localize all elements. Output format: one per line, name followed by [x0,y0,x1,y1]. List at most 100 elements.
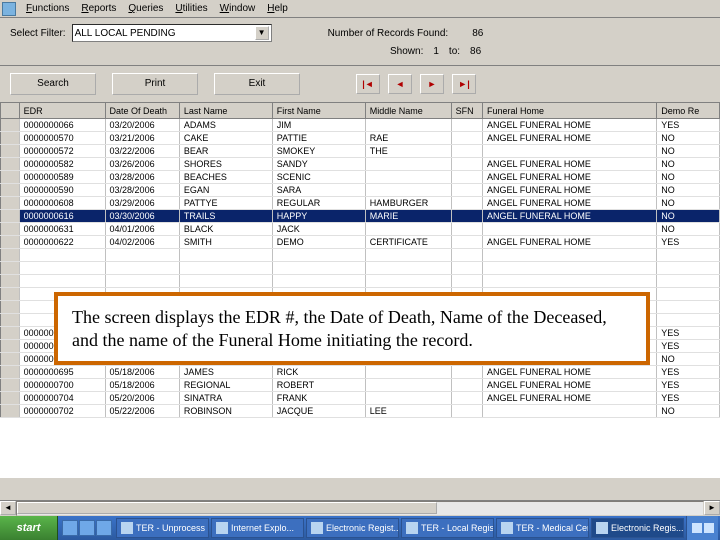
horizontal-scrollbar[interactable]: ◄ ► [0,500,720,516]
quicklaunch-icon[interactable] [62,520,78,536]
table-row[interactable]: 000000070205/22/2006ROBINSONJACQUELEENO [1,405,720,418]
table-row[interactable]: 000000069505/18/2006JAMESRICKANGEL FUNER… [1,366,720,379]
scroll-left-icon[interactable]: ◄ [0,501,16,515]
row-selector[interactable] [1,249,20,262]
filter-dropdown[interactable]: ALL LOCAL PENDING ▼ [72,24,272,42]
scroll-thumb[interactable] [17,502,437,514]
row-selector[interactable] [1,392,20,405]
row-selector[interactable] [1,119,20,132]
task-label: Internet Explo... [231,523,294,533]
cell-fh: ANGEL FUNERAL HOME [483,158,657,171]
taskbar-task[interactable]: Internet Explo... [211,518,304,538]
nav-first-button[interactable]: |◄ [356,74,380,94]
column-header[interactable]: Funeral Home [483,103,657,119]
table-row[interactable]: 000000070005/18/2006REGIONALROBERTANGEL … [1,379,720,392]
cell-first: DEMO [272,236,365,249]
search-button[interactable]: Search [10,73,96,95]
cell-first: JACK [272,223,365,236]
column-header[interactable]: Demo Re [657,103,720,119]
column-header[interactable]: Middle Name [365,103,451,119]
nav-next-button[interactable]: ► [420,74,444,94]
menu-utilities[interactable]: Utilities [169,2,213,15]
start-button[interactable]: start [0,516,58,540]
cell-first: FRANK [272,392,365,405]
taskbar-task[interactable]: TER - Medical Cert... [496,518,589,538]
chevron-down-icon[interactable]: ▼ [255,26,269,40]
table-row[interactable]: 000000060803/29/2006PATTYEREGULARHAMBURG… [1,197,720,210]
task-app-icon [406,522,418,534]
column-header[interactable]: Last Name [179,103,272,119]
cell-demo: YES [657,379,720,392]
taskbar-task[interactable]: Electronic Regis... [591,518,684,538]
table-row[interactable]: 000000057203/22/2006BEARSMOKEYTHENO [1,145,720,158]
table-row[interactable] [1,275,720,288]
row-selector[interactable] [1,184,20,197]
row-selector[interactable] [1,405,20,418]
table-row[interactable]: 000000058903/28/2006BEACHESSCENICANGEL F… [1,171,720,184]
table-row[interactable]: 000000062204/02/2006SMITHDEMOCERTIFICATE… [1,236,720,249]
menu-help[interactable]: Help [261,2,294,15]
taskbar-task[interactable]: TER - Local Registrar [401,518,494,538]
row-selector[interactable] [1,340,20,353]
table-row[interactable]: 000000058203/26/2006SHORESSANDYANGEL FUN… [1,158,720,171]
print-button[interactable]: Print [112,73,198,95]
menu-window[interactable]: Window [214,2,262,15]
cell-fh: ANGEL FUNERAL HOME [483,132,657,145]
cell-first: HAPPY [272,210,365,223]
nav-prev-button[interactable]: ◄ [388,74,412,94]
table-row[interactable]: 000000057003/21/2006CAKEPATTIERAEANGEL F… [1,132,720,145]
cell-sfn [451,210,482,223]
table-row[interactable]: 000000070405/20/2006SINATRAFRANKANGEL FU… [1,392,720,405]
cell-dod: 03/22/2006 [105,145,179,158]
table-row[interactable] [1,249,720,262]
taskbar-task[interactable]: TER - Unprocess L... [116,518,209,538]
column-header[interactable]: SFN [451,103,482,119]
row-selector[interactable] [1,262,20,275]
cell-mid: CERTIFICATE [365,236,451,249]
row-selector[interactable] [1,288,20,301]
records-grid[interactable]: EDRDate Of DeathLast NameFirst NameMiddl… [0,102,720,418]
exit-button[interactable]: Exit [214,73,300,95]
quicklaunch-icon[interactable] [79,520,95,536]
menu-reports[interactable]: Reports [75,2,122,15]
row-selector[interactable] [1,353,20,366]
row-selector[interactable] [1,171,20,184]
table-row[interactable]: 000000061603/30/2006TRAILSHAPPYMARIEANGE… [1,210,720,223]
scroll-track[interactable] [16,501,704,516]
row-selector[interactable] [1,314,20,327]
table-row[interactable]: 000000059003/28/2006EGANSARAANGEL FUNERA… [1,184,720,197]
tray-icon[interactable] [704,523,714,533]
cell-last: SINATRA [179,392,272,405]
taskbar-task[interactable]: Electronic Regist... [306,518,399,538]
table-row[interactable] [1,262,720,275]
row-selector[interactable] [1,301,20,314]
row-selector[interactable] [1,275,20,288]
row-selector[interactable] [1,327,20,340]
cell-demo [657,262,720,275]
row-selector[interactable] [1,223,20,236]
nav-last-button[interactable]: ►| [452,74,476,94]
row-selector[interactable] [1,197,20,210]
row-selector[interactable] [1,132,20,145]
cell-edr [19,275,105,288]
row-selector[interactable] [1,210,20,223]
table-row[interactable]: 000000063104/01/2006BLACKJACKNO [1,223,720,236]
menu-queries[interactable]: Queries [122,2,169,15]
scroll-right-icon[interactable]: ► [704,501,720,515]
row-selector[interactable] [1,236,20,249]
cell-first [272,249,365,262]
cell-last: PATTYE [179,197,272,210]
tray-icon[interactable] [692,523,702,533]
column-header[interactable]: EDR [19,103,105,119]
column-header[interactable]: Date Of Death [105,103,179,119]
system-tray[interactable] [686,516,718,540]
cell-fh: ANGEL FUNERAL HOME [483,197,657,210]
column-header[interactable]: First Name [272,103,365,119]
row-selector[interactable] [1,379,20,392]
row-selector[interactable] [1,145,20,158]
menu-functions[interactable]: Functions [20,2,75,15]
row-selector[interactable] [1,366,20,379]
table-row[interactable]: 000000006603/20/2006ADAMSJIMANGEL FUNERA… [1,119,720,132]
row-selector[interactable] [1,158,20,171]
quicklaunch-icon[interactable] [96,520,112,536]
